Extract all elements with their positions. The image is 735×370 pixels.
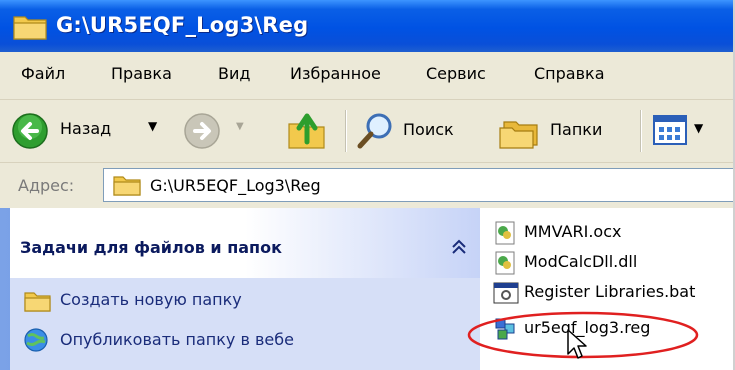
window-title: G:\UR5EQF_Log3\Reg [56, 13, 309, 37]
address-input[interactable]: G:\UR5EQF_Log3\Reg [103, 168, 735, 202]
collapse-chevron-icon[interactable] [448, 236, 470, 258]
task-pane-title: Задачи для файлов и папок [20, 238, 282, 257]
task-list: Создать новую папку Опубликовать папку в… [10, 278, 480, 370]
address-bar: Адрес: G:\UR5EQF_Log3\Reg [0, 163, 735, 208]
back-button[interactable]: Назад ▼ [8, 110, 168, 152]
dll-file-icon [495, 251, 515, 275]
folders-label: Папки [550, 120, 603, 139]
back-dropdown-icon[interactable]: ▼ [148, 119, 157, 133]
up-folder-icon[interactable] [285, 110, 329, 152]
address-label: Адрес: [18, 176, 75, 195]
activex-file-icon [495, 221, 515, 245]
menu-bar: Файл Правка Вид Избранное Сервис Справка [0, 52, 735, 100]
title-bar[interactable]: G:\UR5EQF_Log3\Reg [0, 0, 735, 52]
folder-icon [113, 176, 141, 196]
forward-dropdown-icon[interactable]: ▼ [236, 121, 244, 132]
forward-arrow-icon [184, 113, 220, 149]
address-path: G:\UR5EQF_Log3\Reg [150, 176, 321, 195]
task-pane-header[interactable]: Задачи для файлов и папок [10, 208, 480, 278]
file-name: Register Libraries.bat [524, 282, 696, 301]
menu-view[interactable]: Вид [218, 64, 250, 83]
file-item[interactable]: ModCalcDll.dll [492, 250, 637, 276]
batch-file-icon [493, 282, 519, 304]
folders-button[interactable]: Папки [498, 110, 628, 152]
file-name: ModCalcDll.dll [524, 252, 638, 271]
folders-icon [499, 121, 538, 149]
task-new-folder[interactable]: Создать новую папку [22, 286, 242, 318]
search-label: Поиск [403, 120, 454, 139]
menu-help[interactable]: Справка [534, 64, 605, 83]
search-button[interactable]: Поиск [355, 110, 475, 152]
back-label: Назад [60, 119, 112, 138]
task-publish-folder[interactable]: Опубликовать папку в вебе [22, 326, 294, 358]
forward-button[interactable]: ▼ [180, 110, 260, 152]
file-name: MMVARI.ocx [524, 222, 622, 241]
views-icon [653, 115, 687, 145]
menu-edit[interactable]: Правка [111, 64, 172, 83]
toolbar: Назад ▼ ▼ Поиск Папки ▼ [0, 100, 735, 163]
menu-favorites[interactable]: Избранное [290, 64, 381, 83]
file-item[interactable]: MMVARI.ocx [492, 220, 621, 246]
search-icon [357, 113, 392, 149]
menu-file[interactable]: Файл [21, 64, 65, 83]
task-pane: Задачи для файлов и папок Создать новую … [0, 208, 480, 370]
views-button[interactable]: ▼ [652, 112, 722, 152]
back-arrow-icon [12, 113, 48, 149]
mouse-pointer-icon [567, 329, 587, 359]
task-label: Создать новую папку [60, 290, 242, 309]
new-folder-icon [24, 292, 51, 312]
views-dropdown-icon[interactable]: ▼ [694, 121, 703, 135]
task-label: Опубликовать папку в вебе [60, 330, 294, 349]
folder-icon [13, 16, 47, 40]
publish-web-icon [24, 328, 48, 352]
menu-tools[interactable]: Сервис [426, 64, 486, 83]
file-item[interactable]: Register Libraries.bat [492, 280, 695, 306]
